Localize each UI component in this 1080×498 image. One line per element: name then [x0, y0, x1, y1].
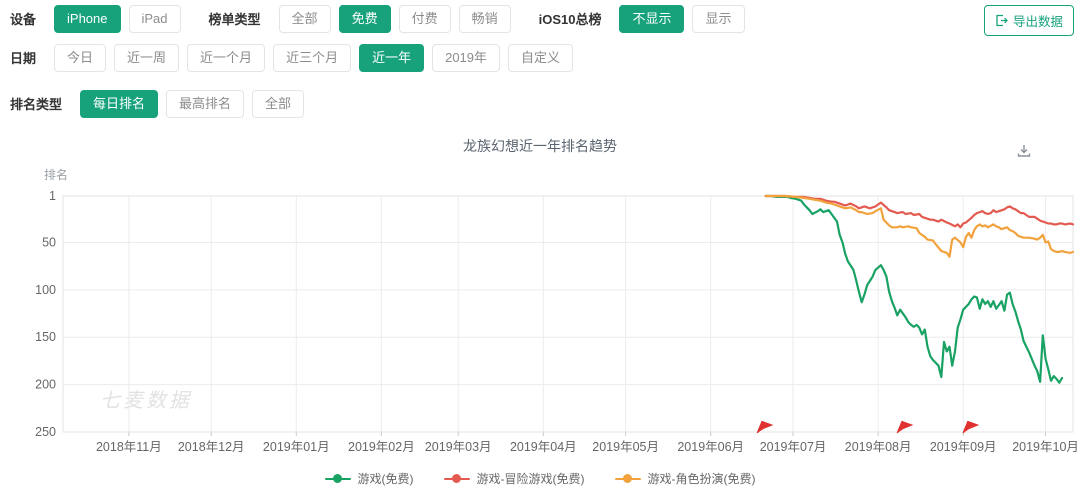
legend-item-adventure-free[interactable]: 游戏-冒险游戏(免费) — [443, 470, 585, 487]
rank-type-label: 排名类型 — [10, 97, 63, 113]
date-custom-button[interactable]: 自定义 — [508, 44, 574, 72]
filter-row-device: 设备 iPhone iPad 榜单类型 全部 免费 付费 畅销 iOS10总榜 … — [10, 5, 753, 33]
legend-label: 游戏-角色扮演(免费) — [647, 472, 756, 486]
filter-row-rank-type: 排名类型 每日排名 最高排名 全部 — [10, 90, 312, 118]
legend-label: 游戏-冒险游戏(免费) — [476, 472, 585, 486]
x-tick-label: 2019年06月 — [677, 440, 744, 454]
x-tick-label: 2019年10月 — [1012, 440, 1079, 454]
chart-type-grossing-button[interactable]: 畅销 — [458, 5, 511, 33]
legend-marker-red — [443, 474, 470, 483]
ios10-label: iOS10总榜 — [538, 12, 602, 28]
chart-type-paid-button[interactable]: 付费 — [398, 5, 451, 33]
rank-type-daily-button[interactable]: 每日排名 — [80, 90, 159, 118]
qimai-rank-trend-page: 设备 iPhone iPad 榜单类型 全部 免费 付费 畅销 iOS10总榜 … — [0, 0, 1080, 498]
chart-legend: 游戏(免费) 游戏-冒险游戏(免费) 游戏-角色扮演(免费) — [0, 470, 1080, 487]
rank-type-best-button[interactable]: 最高排名 — [166, 90, 245, 118]
date-year-button[interactable]: 近一年 — [359, 44, 425, 72]
device-ipad-button[interactable]: iPad — [128, 5, 181, 33]
export-data-button[interactable]: 导出数据 — [983, 5, 1074, 36]
chart-type-label: 榜单类型 — [208, 12, 261, 28]
x-tick-label: 2019年02月 — [348, 440, 415, 454]
device-label: 设备 — [10, 12, 37, 28]
chart-title: 龙族幻想近一年排名趋势 — [463, 138, 617, 154]
y-tick-label: 50 — [42, 235, 56, 249]
x-tick-label: 2018年11月 — [96, 440, 162, 454]
chart-type-all-button[interactable]: 全部 — [278, 5, 331, 33]
x-tick-label: 2019年09月 — [930, 440, 997, 454]
x-tick-label: 2019年04月 — [510, 440, 577, 454]
x-tick-label: 2019年07月 — [760, 440, 827, 454]
y-tick-label: 1 — [49, 189, 56, 203]
date-today-button[interactable]: 今日 — [54, 44, 107, 72]
legend-label: 游戏(免费) — [357, 472, 414, 486]
plot-border — [62, 195, 1074, 433]
date-month-button[interactable]: 近一个月 — [187, 44, 266, 72]
rank-trend-chart: 1501001502002502018年11月 2018年12月 2019年01月 2… — [35, 189, 1079, 454]
y-tick-label: 150 — [35, 330, 56, 344]
x-tick-label: 2019年05月 — [592, 440, 659, 454]
export-icon — [996, 14, 1008, 27]
date-week-button[interactable]: 近一周 — [114, 44, 180, 72]
device-iphone-button[interactable]: iPhone — [54, 5, 121, 33]
date-3month-button[interactable]: 近三个月 — [273, 44, 352, 72]
date-label: 日期 — [10, 51, 37, 67]
legend-item-rpg-free[interactable]: 游戏-角色扮演(免费) — [614, 470, 756, 487]
ios10-hide-button[interactable]: 不显示 — [619, 5, 685, 33]
series-line-2[interactable] — [764, 194, 1075, 258]
filter-row-date: 日期 今日 近一周 近一个月 近三个月 近一年 2019年 自定义 — [10, 44, 581, 72]
y-tick-label: 250 — [35, 425, 56, 439]
legend-marker-green — [324, 474, 351, 483]
x-tick-label: 2018年12月 — [178, 440, 245, 454]
x-tick-label: 2019年01月 — [263, 440, 330, 454]
date-2019-button[interactable]: 2019年 — [432, 44, 501, 72]
x-tick-label: 2019年08月 — [845, 440, 912, 454]
chart-type-free-button[interactable]: 免费 — [338, 5, 391, 33]
y-tick-label: 200 — [35, 378, 56, 392]
legend-marker-orange — [614, 474, 641, 483]
export-label: 导出数据 — [1012, 15, 1063, 29]
rank-type-all-button[interactable]: 全部 — [252, 90, 305, 118]
x-tick-label: 2019年03月 — [425, 440, 492, 454]
ios10-show-button[interactable]: 显示 — [692, 5, 745, 33]
legend-item-games-free[interactable]: 游戏(免费) — [324, 470, 414, 487]
y-tick-label: 100 — [35, 283, 56, 297]
